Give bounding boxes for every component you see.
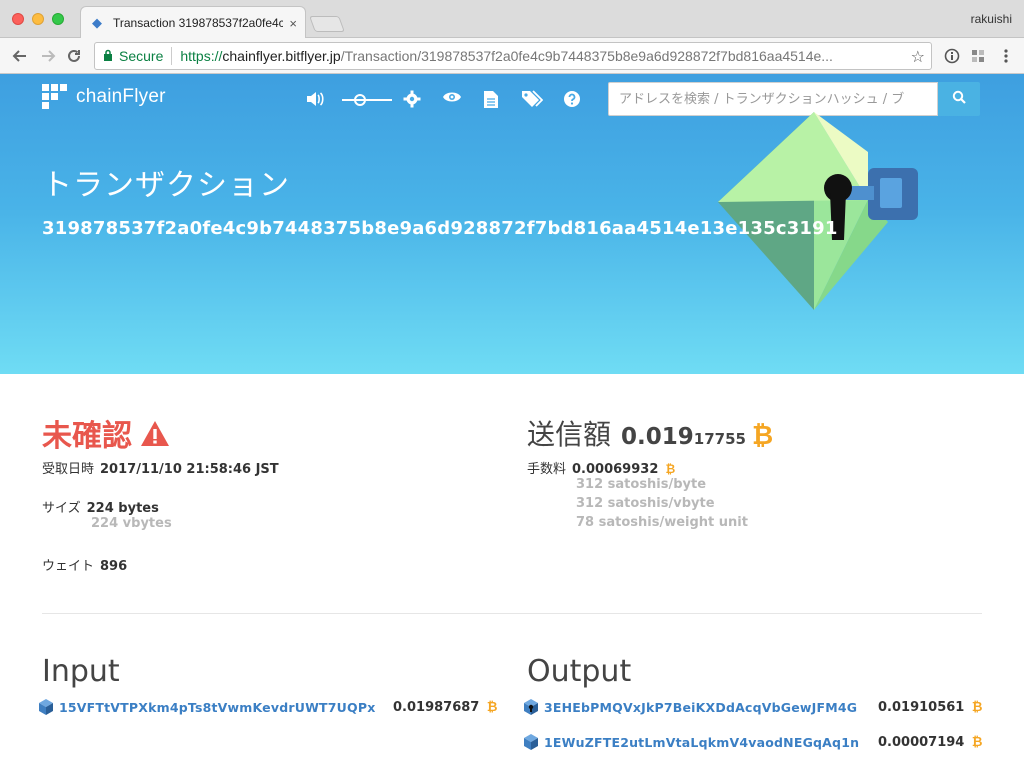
address-cube-icon bbox=[39, 699, 53, 715]
search-icon bbox=[952, 90, 966, 108]
send-amount-label: 送信額 bbox=[527, 418, 612, 451]
size-vbytes: 224 vbytes bbox=[91, 516, 172, 531]
send-amount-minor: 17755 bbox=[693, 430, 746, 448]
reload-icon[interactable] bbox=[62, 44, 86, 68]
send-amount-major: 0.019 bbox=[621, 424, 694, 450]
output-amount: 0.01910561 ₿ bbox=[878, 699, 983, 715]
url-scheme: https:// bbox=[180, 48, 223, 64]
output-item[interactable]: 3EHEbPMQVxJkP7BeiKXDdAcqVbGewJFM4G bbox=[524, 697, 857, 717]
received-time-row: 受取日時 2017/11/10 21:58:46 JST bbox=[42, 458, 279, 477]
fee-rate-weight: 78 satoshis/weight unit bbox=[576, 515, 748, 530]
document-icon[interactable] bbox=[483, 90, 499, 109]
fee-row: 手数料 0.00069932 ₿ bbox=[527, 458, 675, 477]
input-address[interactable]: 15VFTtVTPXkm4pTs8tVwmKevdrUWT7UQPx bbox=[59, 700, 376, 715]
fee-rate-vbyte: 312 satoshis/vbyte bbox=[576, 496, 715, 511]
help-icon[interactable] bbox=[563, 90, 581, 108]
size-label: サイズ bbox=[42, 501, 81, 516]
bitcoin-icon: ₿ bbox=[971, 700, 983, 715]
output-title: Output bbox=[527, 654, 632, 689]
minimize-window-button[interactable] bbox=[32, 13, 44, 25]
new-tab-button[interactable] bbox=[309, 16, 345, 32]
weight-row: ウェイト 896 bbox=[42, 555, 127, 574]
logo-text: chainFlyer bbox=[76, 86, 166, 107]
section-divider bbox=[42, 613, 982, 614]
output-item[interactable]: 1EWuZFTE2utLmVtaLqkmV4vaodNEGqAq1n bbox=[524, 732, 859, 752]
close-window-button[interactable] bbox=[12, 13, 24, 25]
browser-tab-bar: ◆ Transaction 319878537f2a0fe4c9b7448375… bbox=[0, 0, 1024, 39]
volume-slider[interactable] bbox=[342, 94, 392, 106]
url-path: /Transaction/319878537f2a0fe4c9b7448375b… bbox=[340, 48, 833, 64]
lock-icon bbox=[103, 49, 113, 64]
transaction-key-illustration-icon bbox=[718, 112, 918, 310]
output-amount-value: 0.01910561 bbox=[878, 700, 965, 715]
received-value: 2017/11/10 21:58:46 JST bbox=[100, 462, 279, 477]
secure-label: Secure bbox=[119, 48, 164, 64]
output-amount-value: 0.00007194 bbox=[878, 735, 965, 750]
size-bytes: 224 bytes bbox=[86, 501, 159, 516]
tags-icon[interactable] bbox=[521, 90, 543, 108]
output-amount: 0.00007194 ₿ bbox=[878, 734, 983, 750]
zoom-window-button[interactable] bbox=[52, 13, 64, 25]
fee-label: 手数料 bbox=[527, 462, 567, 477]
address-separator bbox=[171, 47, 173, 65]
send-amount: 送信額 0.019 17755 ₿ bbox=[527, 413, 773, 453]
bitcoin-icon: ₿ bbox=[971, 735, 983, 750]
input-title: Input bbox=[42, 654, 120, 689]
bitcoin-icon: ₿ bbox=[751, 420, 774, 450]
bitcoin-icon: ₿ bbox=[665, 462, 676, 476]
transaction-hash[interactable]: 319878537f2a0fe4c9b7448375b8e9a6d928872f… bbox=[42, 218, 838, 239]
browser-menu-icon[interactable] bbox=[996, 46, 1016, 66]
weight-label: ウェイト bbox=[42, 559, 95, 574]
input-amount-value: 0.01987687 bbox=[393, 700, 480, 715]
chainflyer-logo[interactable]: chainFlyer bbox=[42, 84, 166, 110]
bookmark-star-icon[interactable]: ☆ bbox=[911, 47, 925, 67]
warning-icon bbox=[141, 420, 169, 446]
browser-tab[interactable]: ◆ Transaction 319878537f2a0fe4c9b7448375… bbox=[80, 6, 306, 39]
chainflyer-logo-icon bbox=[42, 84, 68, 110]
input-item[interactable]: 15VFTtVTPXkm4pTs8tVwmKevdrUWT7UQPx bbox=[39, 697, 376, 717]
volume-icon[interactable] bbox=[305, 90, 325, 108]
gear-icon[interactable] bbox=[403, 90, 421, 108]
page-title: トランザクション bbox=[42, 168, 290, 203]
received-label: 受取日時 bbox=[42, 462, 95, 477]
url-host: chainflyer.bitflyer.jp bbox=[222, 48, 341, 64]
chainflyer-favicon-icon: ◆ bbox=[92, 15, 102, 30]
tab-close-icon[interactable]: × bbox=[289, 16, 297, 31]
browser-toolbar: Secure https:// chainflyer.bitflyer.jp /… bbox=[0, 38, 1024, 74]
confirmation-status: 未確認 bbox=[42, 411, 170, 455]
fee-value: 0.00069932 bbox=[572, 462, 659, 477]
volume-slider-knob[interactable] bbox=[354, 94, 366, 106]
size-row: サイズ 224 bytes bbox=[42, 497, 159, 516]
back-arrow-icon[interactable] bbox=[8, 44, 32, 68]
forward-arrow-icon[interactable] bbox=[36, 44, 60, 68]
address-locked-cube-icon bbox=[524, 699, 538, 715]
weight-value: 896 bbox=[100, 559, 128, 574]
search-input[interactable] bbox=[608, 82, 938, 116]
bitcoin-icon: ₿ bbox=[486, 700, 498, 715]
extension-puzzle-icon[interactable] bbox=[968, 46, 988, 66]
address-bar[interactable]: Secure https:// chainflyer.bitflyer.jp /… bbox=[94, 42, 932, 70]
fee-rate-byte: 312 satoshis/byte bbox=[576, 477, 707, 492]
output-address[interactable]: 3EHEbPMQVxJkP7BeiKXDdAcqVbGewJFM4G bbox=[544, 700, 857, 715]
input-amount: 0.01987687 ₿ bbox=[393, 699, 498, 715]
search-button[interactable] bbox=[938, 82, 980, 116]
address-cube-icon bbox=[524, 734, 538, 750]
status-label: 未確認 bbox=[42, 419, 132, 454]
eye-icon[interactable] bbox=[442, 90, 462, 104]
extension-info-icon[interactable] bbox=[942, 46, 962, 66]
output-address[interactable]: 1EWuZFTE2utLmVtaLqkmV4vaodNEGqAq1n bbox=[544, 735, 859, 750]
site-header: chainFlyer トランザクション 319878537 bbox=[0, 74, 1024, 374]
profile-name[interactable]: rakuishi bbox=[971, 12, 1012, 26]
tab-title: Transaction 319878537f2a0fe4c9b7448375b8… bbox=[113, 16, 284, 30]
